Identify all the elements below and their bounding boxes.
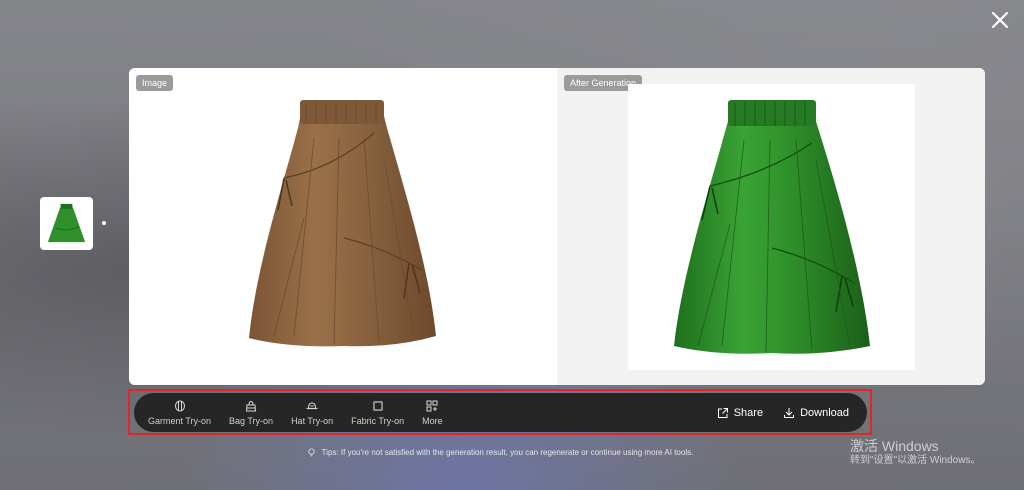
close-button[interactable] [990,10,1010,30]
generated-image-panel: After Generation [557,68,985,385]
windows-activation-watermark: 激活 Windows 转到"设置"以激活 Windows。 [850,438,980,468]
fabric-try-on-button[interactable]: Fabric Try-on [351,393,404,432]
hat-try-on-label: Hat Try-on [291,415,334,426]
original-image-panel: Image [129,68,557,385]
watermark-line-1: 激活 Windows [850,438,939,454]
thumbnail-indicator-dot [102,221,106,225]
more-tools-button[interactable]: More [422,393,443,432]
result-thumbnail[interactable] [40,197,93,250]
share-button[interactable]: Share [717,407,763,419]
garment-try-on-label: Garment Try-on [148,415,212,426]
comparison-stage: Image After Generation [129,68,985,385]
lightbulb-icon [308,448,315,457]
grid-plus-icon [426,400,438,411]
close-icon [991,11,1009,29]
watermark-line-2: 转到"设置"以激活 Windows。 [850,455,981,466]
bag-try-on-button[interactable]: Bag Try-on [229,393,273,432]
ai-tools-toolbar: Garment Try-on Bag Try-on Hat Try-on Fab… [134,393,867,432]
fabric-icon [372,400,383,411]
green-skirt-thumbnail-image [42,199,91,248]
bag-icon [246,400,257,411]
green-skirt-image [674,100,870,354]
brown-skirt-image [249,100,436,347]
tips-text: Tips: If you're not satisfied with the g… [321,448,694,457]
more-tools-label: More [422,415,443,426]
share-label: Share [733,406,764,419]
hat-try-on-button[interactable]: Hat Try-on [291,393,333,432]
fabric-try-on-label: Fabric Try-on [351,415,405,426]
hat-icon [306,401,318,409]
original-image-label: Image [136,75,174,91]
garment-icon [174,400,185,411]
download-icon [784,407,795,418]
download-button[interactable]: Download [783,407,849,419]
bag-try-on-label: Bag Try-on [229,415,274,426]
share-icon [717,407,728,418]
garment-try-on-button[interactable]: Garment Try-on [148,393,211,432]
generated-image-frame [628,84,915,370]
download-label: Download [800,406,849,419]
